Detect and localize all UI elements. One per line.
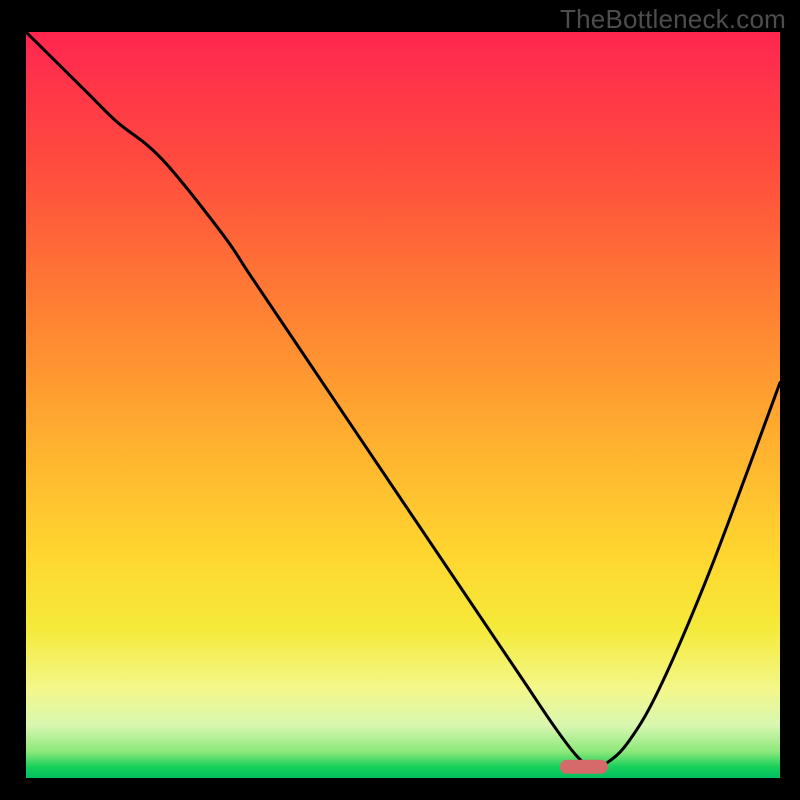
chart-frame: TheBottleneck.com <box>0 0 800 800</box>
optimal-marker <box>560 760 608 774</box>
plot-area <box>26 32 780 778</box>
chart-svg <box>0 0 800 800</box>
watermark-text: TheBottleneck.com <box>560 4 786 35</box>
